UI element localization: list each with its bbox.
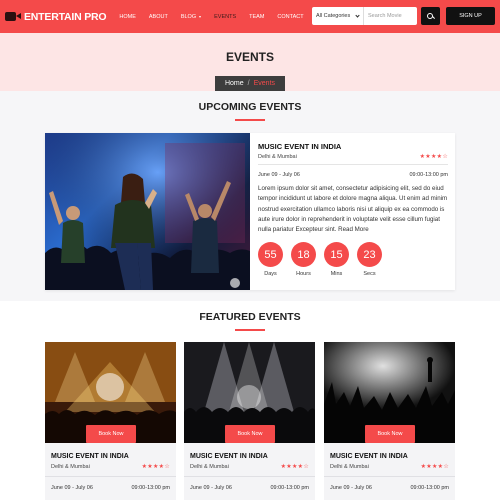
book-now-button[interactable]: Book Now bbox=[365, 425, 415, 443]
brand-logo[interactable]: ENTERTAIN PRO bbox=[5, 10, 107, 23]
featured-event-title[interactable]: MUSIC EVENT IN INDIA bbox=[51, 453, 129, 460]
menu-item-contact[interactable]: CONTACT bbox=[277, 14, 303, 20]
countdown-mins-value: 15 bbox=[324, 242, 349, 267]
star-empty-icon: ☆ bbox=[303, 464, 309, 470]
brand-name: ENTERTAIN PRO bbox=[24, 10, 107, 23]
featured-event-rating: ★★★★☆ bbox=[142, 463, 170, 470]
featured-event-time: 09:00-13:00 pm bbox=[410, 485, 449, 491]
section-title-underline bbox=[235, 329, 265, 331]
featured-event-rating: ★★★★☆ bbox=[421, 463, 449, 470]
search-bar: All Categories bbox=[312, 7, 417, 25]
countdown-mins: 15 Mins bbox=[324, 242, 349, 277]
event-time: 09:00-13:00 pm bbox=[409, 172, 448, 178]
caret-down-icon bbox=[199, 15, 202, 18]
search-icon bbox=[427, 12, 433, 19]
event-rating: ★★★★☆ bbox=[420, 153, 448, 160]
countdown-secs-label: Secs bbox=[363, 271, 376, 277]
countdown-secs: 23 Secs bbox=[357, 242, 382, 277]
upcoming-section-title: UPCOMING EVENTS bbox=[198, 101, 302, 113]
section-title-underline bbox=[235, 119, 265, 121]
menu-item-home[interactable]: HOME bbox=[119, 14, 136, 20]
event-description: Lorem ipsum dolor sit amet, consectetur … bbox=[258, 185, 448, 234]
menu-item-blog[interactable]: BLOG bbox=[180, 13, 202, 20]
featured-event-location: Delhi & Mumbai bbox=[51, 464, 90, 470]
chevron-down-icon bbox=[355, 12, 360, 18]
featured-events-section: FEATURED EVENTS Book Now MUSIC EVENT IN … bbox=[0, 301, 500, 500]
concert-photo[interactable]: Book Now bbox=[324, 342, 455, 443]
event-title[interactable]: MUSIC EVENT IN INDIA bbox=[258, 142, 341, 151]
search-input[interactable] bbox=[364, 13, 414, 19]
divider bbox=[45, 476, 176, 477]
featured-event-title[interactable]: MUSIC EVENT IN INDIA bbox=[330, 453, 408, 460]
concert-photo[interactable]: Book Now bbox=[45, 342, 176, 443]
star-empty-icon: ☆ bbox=[443, 464, 449, 470]
countdown-secs-value: 23 bbox=[357, 242, 382, 267]
featured-event-rating: ★★★★☆ bbox=[281, 463, 309, 470]
featured-event-date: June 09 - July 06 bbox=[51, 485, 93, 491]
search-button[interactable] bbox=[421, 7, 440, 25]
featured-event-location: Delhi & Mumbai bbox=[190, 464, 229, 470]
event-date: June 09 - July 06 bbox=[258, 172, 300, 178]
main-menu: HOME ABOUT BLOG EVENTS TEAM CONTACT bbox=[119, 14, 316, 20]
countdown-hours-label: Hours bbox=[296, 271, 311, 277]
upcoming-event-card: MUSIC EVENT IN INDIA Delhi & Mumbai ★★★★… bbox=[45, 133, 455, 290]
countdown-days-value: 55 bbox=[258, 242, 283, 267]
countdown-days: 55 Days bbox=[258, 242, 283, 277]
signup-button[interactable]: SIGN UP bbox=[446, 7, 495, 25]
book-now-button[interactable]: Book Now bbox=[225, 425, 275, 443]
star-empty-icon: ☆ bbox=[442, 154, 448, 160]
breadcrumb-separator: / bbox=[247, 80, 250, 87]
countdown-hours-value: 18 bbox=[291, 242, 316, 267]
page-title: EVENTS bbox=[225, 50, 274, 64]
featured-event-date: June 09 - July 06 bbox=[330, 485, 372, 491]
featured-event-location: Delhi & Mumbai bbox=[330, 464, 369, 470]
upcoming-event-info: MUSIC EVENT IN INDIA Delhi & Mumbai ★★★★… bbox=[258, 133, 448, 290]
featured-event-card: Book Now MUSIC EVENT IN INDIA Delhi & Mu… bbox=[324, 342, 455, 500]
concert-photo[interactable] bbox=[45, 133, 250, 290]
featured-event-card: Book Now MUSIC EVENT IN INDIA Delhi & Mu… bbox=[45, 342, 176, 500]
divider bbox=[258, 164, 448, 165]
featured-event-card: Book Now MUSIC EVENT IN INDIA Delhi & Mu… bbox=[184, 342, 315, 500]
breadcrumb-current: Events bbox=[253, 80, 276, 87]
category-select[interactable]: All Categories bbox=[312, 7, 364, 25]
event-location: Delhi & Mumbai bbox=[258, 154, 297, 160]
star-empty-icon: ☆ bbox=[164, 464, 170, 470]
upcoming-events-section: UPCOMING EVENTS MUSIC EVENT IN INDIA Del… bbox=[0, 91, 500, 301]
book-now-button[interactable]: Book Now bbox=[86, 425, 136, 443]
page-hero: EVENTS Home / Events bbox=[0, 33, 500, 91]
video-camera-icon bbox=[5, 11, 21, 22]
featured-event-time: 09:00-13:00 pm bbox=[131, 485, 170, 491]
featured-event-time: 09:00-13:00 pm bbox=[270, 485, 309, 491]
countdown-days-label: Days bbox=[264, 271, 277, 277]
breadcrumb-home-link[interactable]: Home bbox=[225, 80, 244, 87]
countdown-timer: 55 Days 18 Hours 15 Mins 23 Secs bbox=[258, 242, 390, 277]
breadcrumb: Home / Events bbox=[215, 76, 285, 91]
featured-event-date: June 09 - July 06 bbox=[190, 485, 232, 491]
countdown-mins-label: Mins bbox=[330, 271, 343, 277]
menu-item-about[interactable]: ABOUT bbox=[149, 14, 168, 20]
menu-item-events[interactable]: EVENTS bbox=[214, 14, 236, 20]
featured-event-title[interactable]: MUSIC EVENT IN INDIA bbox=[190, 453, 268, 460]
menu-item-team[interactable]: TEAM bbox=[249, 14, 264, 20]
divider bbox=[324, 476, 455, 477]
featured-section-title: FEATURED EVENTS bbox=[199, 311, 301, 323]
category-select-value: All Categories bbox=[316, 13, 351, 19]
countdown-hours: 18 Hours bbox=[291, 242, 316, 277]
concert-photo[interactable]: Book Now bbox=[184, 342, 315, 443]
menu-item-blog-label: BLOG bbox=[180, 13, 197, 20]
divider bbox=[184, 476, 315, 477]
